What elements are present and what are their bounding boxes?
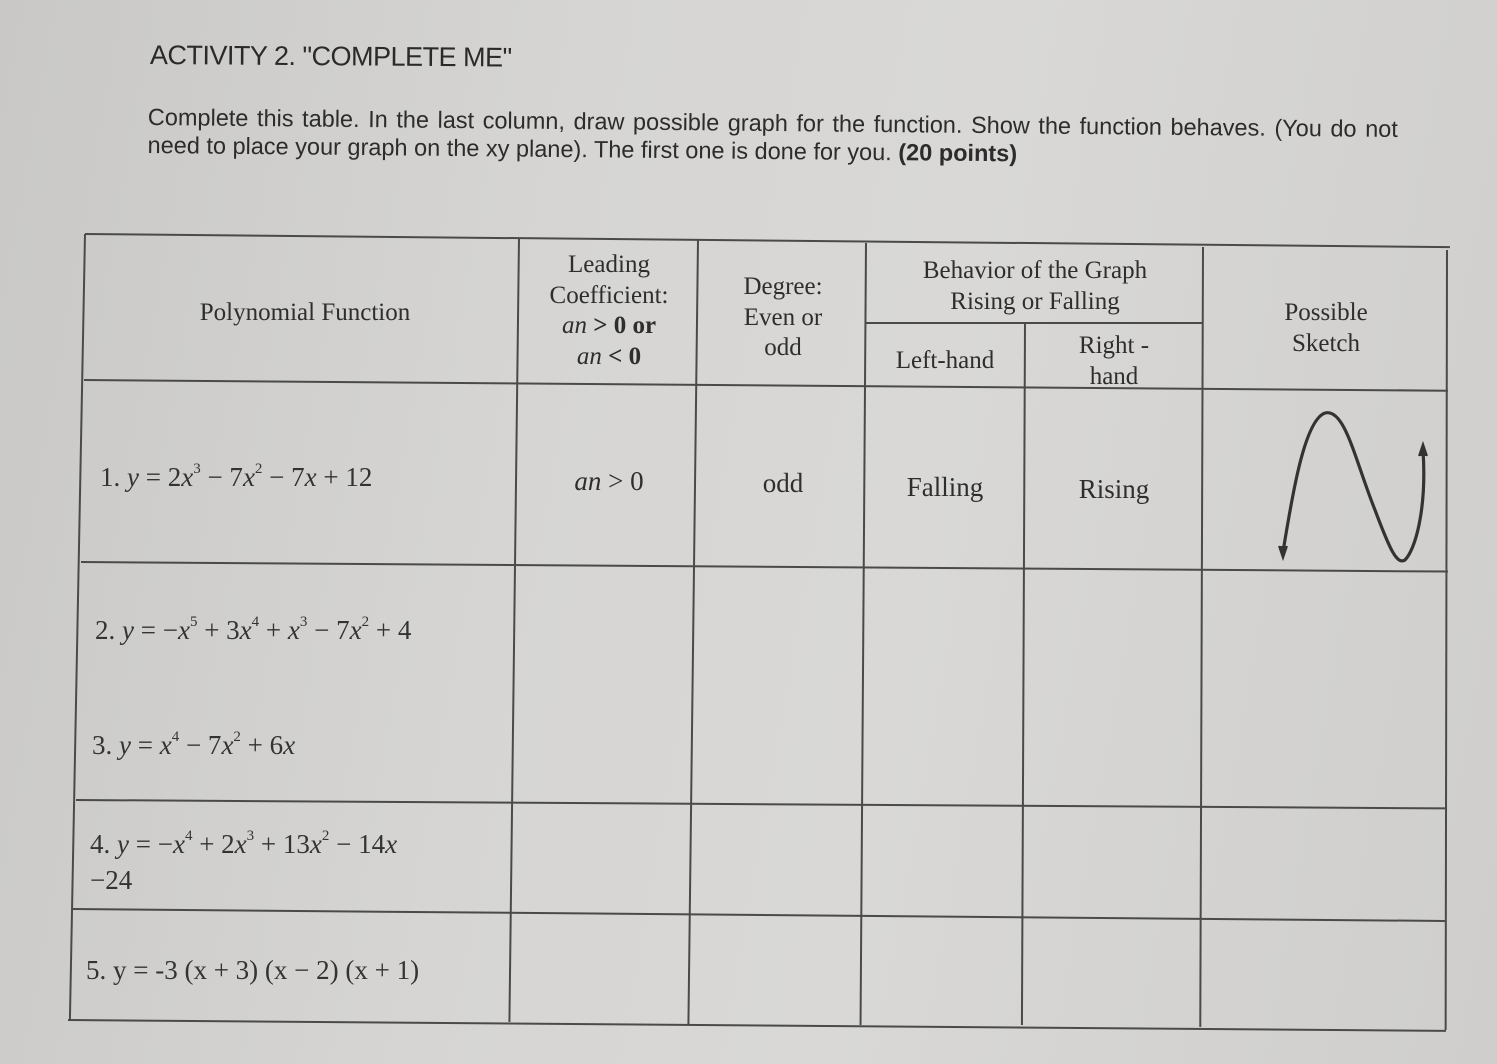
- row5-function: 5. y = -3 (x + 3) (x − 2) (x + 1): [86, 955, 420, 985]
- row1-degree: odd: [762, 468, 804, 498]
- row4-sketch-cell[interactable]: [1203, 811, 1445, 917]
- header-bottom-line: [83, 379, 1448, 392]
- row1-leading-coefficient: an > 0: [574, 466, 644, 496]
- row23-right-hand-cell[interactable]: [1026, 571, 1202, 805]
- header-leading-opt1: an > 0 or: [561, 312, 657, 339]
- row4-function: 4. y = −x4 + 2x3 + 13x2 − 14x −24: [90, 828, 398, 896]
- row23-left-hand-cell[interactable]: [867, 569, 1023, 803]
- sketch-curve: [1281, 411, 1426, 563]
- row5-sketch-cell[interactable]: [1202, 921, 1444, 1029]
- row5-degree-cell[interactable]: [694, 915, 860, 1023]
- table-border-top: [84, 233, 1450, 249]
- header-leading-coefficient: Leading Coefficient: an > 0 or an < 0: [520, 250, 698, 372]
- row5-left-hand-cell[interactable]: [863, 917, 1021, 1025]
- header-leading-line2: Coefficient:: [549, 281, 669, 309]
- row5-right-hand-cell[interactable]: [1024, 919, 1200, 1027]
- row1-right-hand: Rising: [1078, 474, 1150, 504]
- activity-table: Polynomial Function Leading Coefficient:…: [0, 0, 1497, 1064]
- header-degree: Degree: Even or odd: [743, 273, 823, 361]
- row4-right-hand-cell[interactable]: [1025, 809, 1201, 915]
- header-leading-line1: Leading: [568, 251, 650, 278]
- header-left-hand: Left-hand: [895, 347, 995, 374]
- header-possible-sketch: Possible Sketch: [1284, 299, 1368, 357]
- row4-degree-cell[interactable]: [697, 805, 863, 911]
- row4-left-hand-cell[interactable]: [865, 807, 1023, 913]
- sketch-arrow-right: [1418, 440, 1428, 457]
- row4-leading-coefficient-cell[interactable]: [518, 803, 694, 909]
- header-right-hand: Right - hand: [1078, 332, 1150, 390]
- row2-function: 2. y = −x5 + 3x4 + x3 − 7x2 + 4: [95, 614, 412, 646]
- cubic-sketch-icon: [1278, 411, 1428, 563]
- header-polynomial-function: Polynomial Function: [199, 299, 411, 326]
- sketch-arrow-left: [1278, 545, 1288, 562]
- header-leading-opt2: an < 0: [576, 342, 642, 370]
- row1-function: 1. y = 2x3 − 7x2 − 7x + 12: [100, 461, 373, 493]
- header-behavior: Behavior of the Graph Rising or Falling: [922, 257, 1148, 315]
- table-border-left: [68, 234, 86, 1020]
- behavior-subheader-line: [866, 322, 1202, 324]
- row5-leading-coefficient-cell[interactable]: [515, 913, 691, 1021]
- row3-function: 3. y = x4 − 7x2 + 6x: [92, 729, 296, 761]
- row23-leading-coefficient-cell[interactable]: [520, 565, 696, 799]
- row1-left-hand: Falling: [906, 472, 984, 502]
- row23-degree-cell[interactable]: [699, 567, 865, 801]
- row23-sketch-cell[interactable]: [1204, 573, 1446, 807]
